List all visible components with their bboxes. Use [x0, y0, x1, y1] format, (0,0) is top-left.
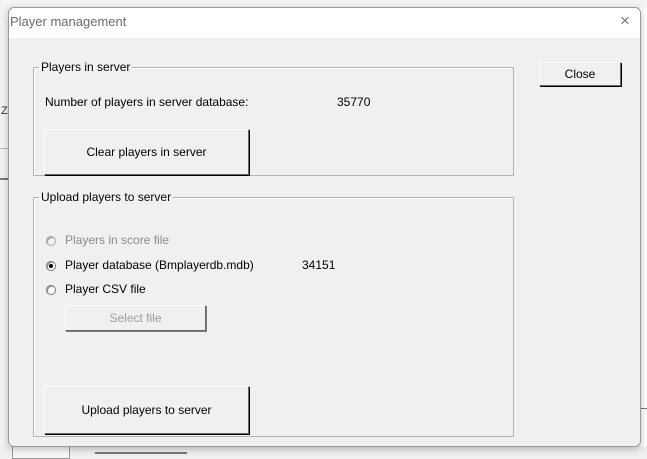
background-divider	[95, 452, 187, 454]
title-bar[interactable]: Player management ×	[9, 8, 640, 38]
players-in-server-legend: Players in server	[41, 60, 131, 74]
option-player-csv-label: Player CSV file	[65, 282, 146, 296]
background-divider	[0, 178, 8, 180]
background-divider	[640, 408, 647, 409]
upload-players-button[interactable]: Upload players to server	[44, 386, 249, 434]
select-file-button[interactable]: Select file	[65, 305, 206, 331]
server-count-value: 35770	[337, 95, 371, 109]
player-management-dialog: Player management × Players in server Nu…	[8, 7, 641, 447]
server-count-label: Number of players in server database:	[45, 95, 249, 109]
option-player-database-label: Player database (Bmplayerdb.mdb)	[65, 258, 254, 272]
close-button[interactable]: Close	[539, 62, 621, 86]
radio-score-file[interactable]	[46, 236, 56, 246]
player-database-count: 34151	[302, 258, 336, 272]
clear-players-button[interactable]: Clear players in server	[44, 129, 249, 175]
background-tab[interactable]	[12, 446, 70, 459]
close-icon[interactable]: ×	[610, 8, 640, 34]
option-score-file-label: Players in score file	[65, 233, 170, 247]
players-in-server-group: Players in server Number of players in s…	[33, 61, 514, 176]
radio-selected-dot	[49, 264, 53, 268]
background-divider	[0, 148, 8, 149]
upload-players-legend: Upload players to server	[41, 190, 172, 204]
radio-player-csv[interactable]	[46, 285, 56, 295]
upload-players-group: Upload players to server Players in scor…	[33, 191, 514, 437]
background-text-fragment: Z	[1, 105, 8, 117]
background-window-edge-left	[0, 0, 8, 459]
dialog-title: Player management	[10, 14, 127, 29]
radio-player-database[interactable]	[46, 261, 56, 271]
